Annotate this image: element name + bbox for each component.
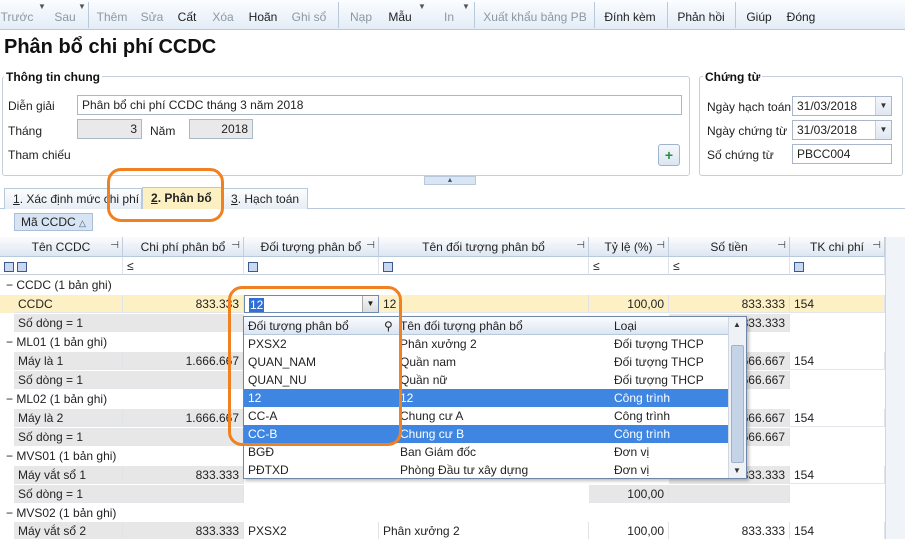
voucher-number-label: Số chứng từ <box>707 148 774 162</box>
toolbar-separator <box>474 2 475 28</box>
export-allocation-button[interactable]: Xuất khẩu bảng PB <box>482 0 588 30</box>
chevron-down-icon[interactable]: ▼ <box>875 121 891 139</box>
col-header[interactable]: Đối tượng phân bổ ⊣ <box>244 237 379 257</box>
pin-icon[interactable]: ⊣ <box>110 240 119 251</box>
voucher-date-label: Ngày chứng từ <box>707 124 788 138</box>
group-by-chip[interactable]: Mã CCDC △ <box>14 213 93 231</box>
dropdown-option[interactable]: PĐTXD Phòng Đầu tư xây dựng Đơn vị <box>244 461 729 478</box>
collapse-panel-button[interactable]: ▲ <box>424 176 476 185</box>
toolbar-separator <box>594 2 595 28</box>
toolbar-separator <box>88 2 89 28</box>
voucher-number-field[interactable]: PBCC004 <box>792 144 892 164</box>
grid-scrollbar[interactable] <box>885 237 905 539</box>
filter-toggle-icon[interactable] <box>4 261 14 272</box>
attach-button[interactable]: Đính kèm <box>601 0 659 30</box>
page-title: Phân bổ chi phí CCDC <box>4 36 217 58</box>
pin-icon[interactable]: ⊣ <box>872 240 881 251</box>
pin-icon[interactable]: ⊣ <box>231 240 240 251</box>
chevron-down-icon[interactable]: ▼ <box>38 2 46 11</box>
chevron-down-icon[interactable]: ▼ <box>78 2 86 11</box>
add-button[interactable]: Thêm <box>94 0 130 30</box>
toolbar-separator <box>667 2 668 28</box>
load-button[interactable]: Nạp <box>345 0 377 30</box>
reference-label: Tham chiếu <box>8 148 71 162</box>
tab-accounting[interactable]: 3. Hạch toán <box>222 188 308 209</box>
print-button[interactable]: In <box>436 0 462 30</box>
filter-cell[interactable]: ≤ <box>123 257 244 275</box>
delete-button[interactable]: Xóa <box>208 0 238 30</box>
toolbar: Trước ▼ Sau ▼ Thêm Sửa Cất Xóa Hoãn Ghi … <box>0 0 905 30</box>
annotation-highlight-tab <box>107 168 224 222</box>
table-row[interactable]: Máy vắt sổ 2 833.333 PXSX2 Phân xưởng 2 … <box>0 522 885 539</box>
add-reference-icon[interactable]: + <box>658 144 680 166</box>
sort-asc-icon: △ <box>79 218 86 228</box>
toolbar-separator <box>735 2 736 28</box>
description-label: Diễn giải <box>8 99 55 113</box>
description-input[interactable]: Phân bổ chi phí CCDC tháng 3 năm 2018 <box>77 95 682 115</box>
chevron-down-icon[interactable]: ▼ <box>462 2 470 11</box>
posting-date-label: Ngày hạch toán <box>707 100 792 114</box>
filter-cell[interactable] <box>244 257 379 275</box>
summary-row: Số dòng = 1 100,00 <box>0 485 885 503</box>
posting-date-field[interactable]: 31/03/2018 ▼ <box>792 96 892 116</box>
filter-icon[interactable] <box>794 261 804 272</box>
edit-button[interactable]: Sửa <box>138 0 166 30</box>
col-header[interactable]: Chi phí phân bổ ⊣ <box>123 237 244 257</box>
filter-cell[interactable] <box>790 257 885 275</box>
close-button[interactable]: Đóng <box>784 0 818 30</box>
chevron-down-icon[interactable]: ▼ <box>418 2 426 11</box>
year-field: 2018 <box>189 119 253 139</box>
group-row[interactable]: − CCDC (1 bản ghi) <box>0 276 885 294</box>
filter-cell[interactable]: ≤ <box>669 257 790 275</box>
filter-icon[interactable] <box>383 261 393 272</box>
pin-icon[interactable]: ⊣ <box>366 240 375 251</box>
voucher-title: Chứng từ <box>703 70 763 84</box>
pin-icon[interactable]: ⊣ <box>576 240 585 251</box>
scroll-down-icon[interactable]: ▼ <box>733 466 741 475</box>
post-button[interactable]: Ghi sổ <box>289 0 329 30</box>
next-button[interactable]: Sau <box>50 0 80 30</box>
voucher-date-field[interactable]: 31/03/2018 ▼ <box>792 120 892 140</box>
month-label: Tháng <box>8 124 43 138</box>
help-button[interactable]: Giúp <box>743 0 775 30</box>
group-row[interactable]: − MVS02 (1 bản ghi) <box>0 504 885 522</box>
year-label: Năm <box>150 124 176 138</box>
col-header[interactable]: Tên đối tượng phân bổ ⊣ <box>379 237 589 257</box>
col-header[interactable]: Tỷ lệ (%) ⊣ <box>589 237 669 257</box>
general-info-title: Thông tin chung <box>4 70 102 84</box>
col-header[interactable]: Tên CCDC ⊣ <box>0 237 123 257</box>
save-button[interactable]: Cất <box>174 0 200 30</box>
dropdown-scrollbar[interactable]: ▲ ▼ <box>728 317 746 478</box>
filter-icon[interactable] <box>17 261 28 272</box>
scroll-up-icon[interactable]: ▲ <box>733 320 741 329</box>
toolbar-separator <box>338 2 339 28</box>
filter-cell[interactable]: ≤ <box>589 257 669 275</box>
col-header[interactable]: Số tiền ⊣ <box>669 237 790 257</box>
scroll-thumb[interactable] <box>731 345 744 463</box>
filter-cell[interactable] <box>379 257 589 275</box>
pin-icon[interactable]: ⊣ <box>777 240 786 251</box>
feedback-button[interactable]: Phản hồi <box>674 0 728 30</box>
col-header[interactable]: TK chi phí ⊣ <box>790 237 885 257</box>
month-field: 3 <box>77 119 142 139</box>
annotation-highlight-dropdown <box>228 286 402 446</box>
prev-button[interactable]: Trước <box>0 0 34 30</box>
template-button[interactable]: Mẫu <box>384 0 416 30</box>
filter-icon[interactable] <box>248 261 258 272</box>
chevron-down-icon[interactable]: ▼ <box>875 97 891 115</box>
postpone-button[interactable]: Hoãn <box>245 0 281 30</box>
filter-row: ≤ ≤ ≤ <box>0 257 885 275</box>
pin-icon[interactable]: ⊣ <box>656 240 665 251</box>
grid-header-row: Tên CCDC ⊣ Chi phí phân bổ ⊣ Đối tượng phâ… <box>0 237 885 257</box>
filter-cell[interactable] <box>0 257 123 275</box>
table-row[interactable]: CCDC 833.333 12 ▼ 12 100,00 833.333 154 <box>0 295 885 313</box>
